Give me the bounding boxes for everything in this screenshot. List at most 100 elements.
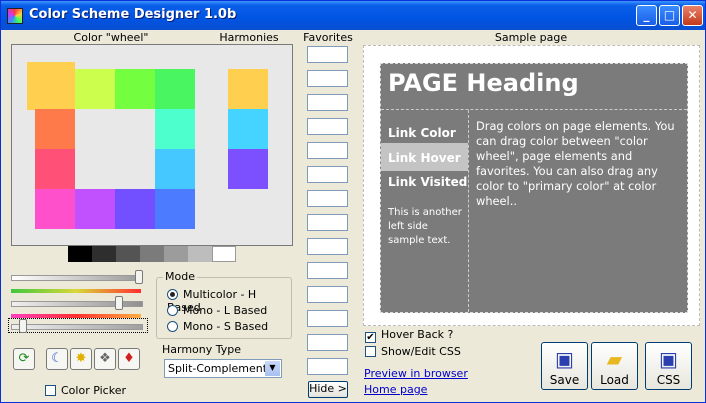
floppy-disk-icon: ▣ [555, 347, 574, 371]
checkbox-box[interactable] [365, 346, 376, 357]
app-window: Color Scheme Designer 1.0b _ □ ✕ Color "… [0, 0, 706, 403]
sample-link-visited[interactable]: Link Visited [388, 175, 467, 189]
hide-favorites-button[interactable]: Hide > [308, 381, 348, 398]
favorite-slot[interactable] [307, 262, 348, 279]
favorite-slot[interactable] [307, 46, 348, 63]
harmony-swatch[interactable] [228, 149, 268, 189]
harmony-type-group: Harmony Type Split-Complements ▼ [156, 343, 292, 387]
mode-option-l[interactable]: Mono - L Based [167, 304, 267, 317]
floppy-disk-icon: ▣ [659, 347, 678, 371]
grayscale-swatch[interactable] [116, 246, 140, 262]
grayscale-swatch[interactable] [164, 246, 188, 262]
favorite-slot[interactable] [307, 190, 348, 207]
check-icon[interactable]: ✔ [365, 332, 376, 343]
hover-back-checkbox[interactable]: ✔ Hover Back ? [365, 328, 453, 343]
favorite-slot[interactable] [307, 118, 348, 135]
css-button[interactable]: ▣ CSS [645, 342, 692, 390]
color-picker-checkbox[interactable]: Color Picker [45, 384, 126, 397]
color-wheel-label: Color "wheel" [73, 31, 149, 44]
mode-option-s[interactable]: Mono - S Based [167, 320, 268, 333]
favorite-slot[interactable] [307, 94, 348, 111]
star-burst-icon[interactable]: ✸ [70, 348, 92, 370]
wheel-swatch[interactable] [155, 189, 195, 229]
sample-link-hover[interactable]: Link Hover [388, 151, 461, 165]
sample-page-heading[interactable]: PAGE Heading [388, 69, 579, 97]
color-picker-checkbox-box[interactable] [45, 385, 56, 396]
chevron-down-icon[interactable]: ▼ [265, 361, 280, 376]
favorites-label: Favorites [303, 31, 353, 44]
wheel-swatch[interactable] [35, 189, 75, 229]
wheel-swatch[interactable] [155, 109, 195, 149]
folder-open-icon: ▰ [606, 347, 623, 371]
radio-icon[interactable] [167, 305, 178, 316]
title-bar[interactable]: Color Scheme Designer 1.0b _ □ ✕ [1, 1, 705, 30]
column-divider [468, 110, 469, 312]
hue-slider-thumb[interactable] [135, 270, 143, 284]
harmony-type-title: Harmony Type [160, 343, 244, 356]
harmony-type-value: Split-Complements [168, 362, 273, 375]
favorite-slot[interactable] [307, 238, 348, 255]
wheel-swatch[interactable] [155, 149, 195, 189]
favorite-slot[interactable] [307, 310, 348, 327]
save-button[interactable]: ▣ Save [541, 342, 588, 390]
save-button-label: Save [549, 373, 580, 387]
harmony-swatch[interactable] [228, 69, 268, 109]
wheel-swatch[interactable] [35, 109, 75, 149]
saturation-slider-track[interactable] [11, 301, 143, 307]
grayscale-swatch[interactable] [140, 246, 164, 262]
favorite-slot[interactable] [307, 286, 348, 303]
load-button[interactable]: ▰ Load [591, 342, 638, 390]
wheel-swatch[interactable] [27, 62, 75, 110]
grayscale-swatch[interactable] [188, 246, 212, 262]
grayscale-swatch[interactable] [68, 246, 92, 262]
lightness-slider-track[interactable] [11, 289, 141, 293]
wheel-swatch[interactable] [75, 189, 115, 229]
wheel-swatch[interactable] [35, 149, 75, 189]
grayscale-swatch[interactable] [212, 246, 236, 262]
mode-option-label: Mono - S Based [183, 320, 269, 333]
refresh-icon[interactable]: ⟳ [13, 348, 35, 370]
gem-icon[interactable]: ♦ [118, 348, 140, 370]
home-page-link[interactable]: Home page [364, 383, 427, 396]
radio-selected-icon[interactable] [167, 289, 178, 300]
contrast-slider-thumb[interactable] [19, 319, 27, 333]
wheel-swatch[interactable] [75, 69, 115, 109]
favorite-slot[interactable] [307, 214, 348, 231]
moon-icon[interactable]: ☾ [46, 348, 68, 370]
wheel-swatch[interactable] [155, 69, 195, 109]
close-button[interactable]: ✕ [682, 5, 703, 26]
favorite-slot[interactable] [307, 70, 348, 87]
css-button-label: CSS [656, 373, 681, 387]
maximize-button[interactable]: □ [659, 5, 680, 26]
diamond-pair-icon[interactable]: ❖ [94, 348, 116, 370]
sample-left-text[interactable]: This is another left side sample text. [388, 206, 464, 248]
hover-back-label: Hover Back ? [381, 328, 454, 341]
heading-divider [381, 109, 687, 110]
minimize-button[interactable]: _ [636, 5, 657, 26]
grayscale-swatch[interactable] [92, 246, 116, 262]
app-color-wheel-icon [7, 8, 23, 24]
show-edit-css-checkbox[interactable]: Show/Edit CSS [365, 345, 461, 358]
mode-group-title: Mode [163, 270, 197, 283]
favorite-slot[interactable] [307, 142, 348, 159]
show-edit-css-label: Show/Edit CSS [381, 345, 461, 358]
harmony-swatch[interactable] [228, 109, 268, 149]
harmony-type-select[interactable]: Split-Complements ▼ [164, 359, 282, 378]
favorite-slot[interactable] [307, 166, 348, 183]
hue-slider-track[interactable] [11, 275, 143, 281]
preview-in-browser-link[interactable]: Preview in browser [364, 367, 468, 380]
favorite-slot[interactable] [307, 334, 348, 351]
contrast-slider-track[interactable] [11, 324, 143, 330]
sample-page-label: Sample page [494, 31, 568, 44]
wheel-swatch[interactable] [115, 189, 155, 229]
harmonies-label: Harmonies [219, 31, 279, 44]
wheel-swatch[interactable] [115, 69, 155, 109]
saturation-slider-thumb[interactable] [115, 296, 123, 310]
color-picker-label: Color Picker [61, 384, 126, 397]
radio-icon[interactable] [167, 321, 178, 332]
load-button-label: Load [600, 373, 629, 387]
sample-main-text[interactable]: Drag colors on page elements. You can dr… [476, 119, 682, 209]
sample-link-color[interactable]: Link Color [388, 126, 456, 140]
mode-option-label: Mono - L Based [183, 304, 268, 317]
favorite-slot[interactable] [307, 358, 348, 375]
